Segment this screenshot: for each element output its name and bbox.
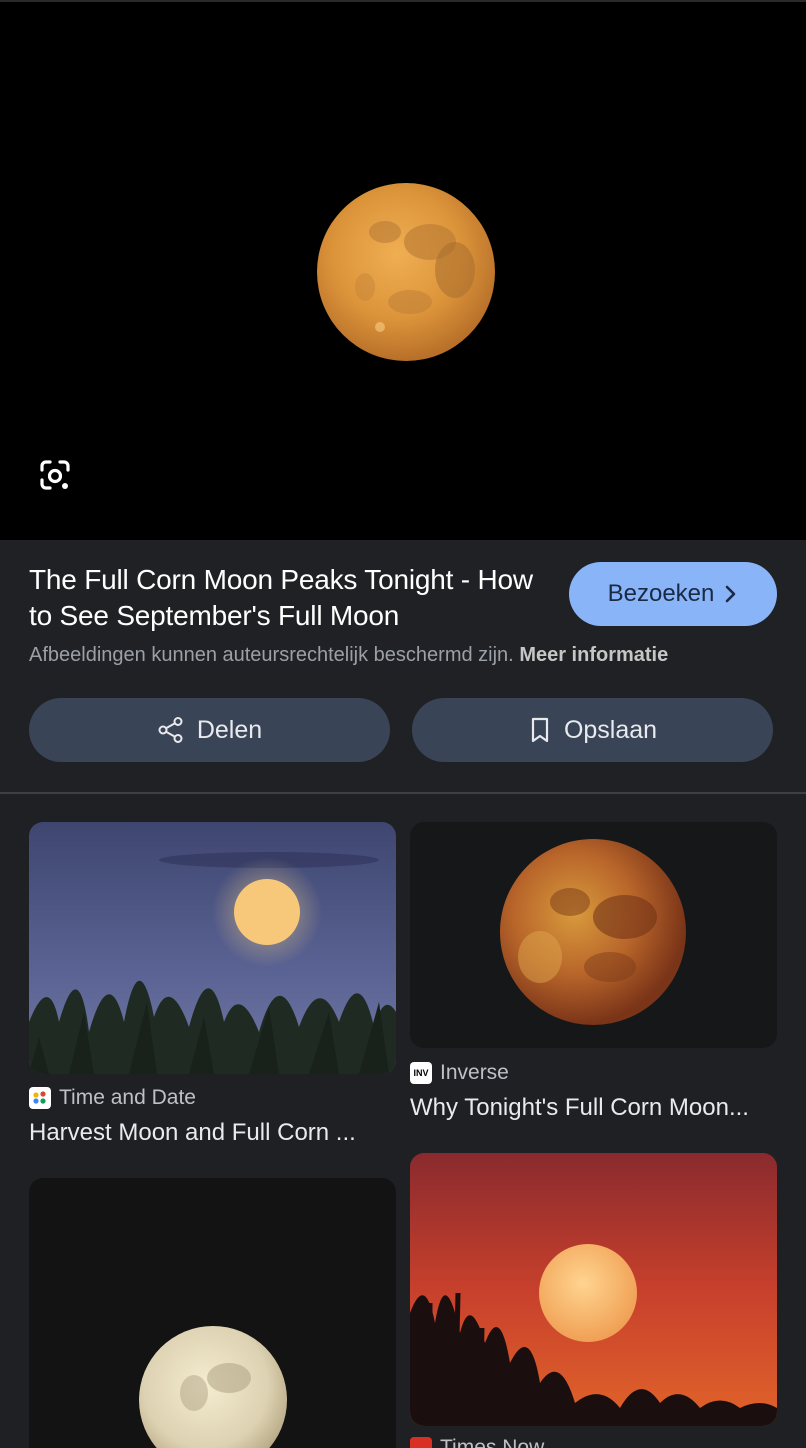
- copyright-text: Afbeeldingen kunnen auteursrechtelijk be…: [29, 644, 514, 666]
- save-button[interactable]: Opslaan: [412, 698, 773, 762]
- related-image-2[interactable]: [410, 822, 777, 1048]
- times-now-favicon-icon: [410, 1437, 432, 1448]
- share-button-label: Delen: [196, 715, 263, 744]
- visit-button[interactable]: Bezoeken: [569, 562, 777, 626]
- moon-photo: [317, 183, 495, 361]
- red-moon-image: [410, 822, 777, 1048]
- related-source-name-4: Times Now: [440, 1436, 545, 1448]
- image-info-panel: The Full Corn Moon Peaks Tonight - How t…: [0, 540, 806, 794]
- related-caption-2[interactable]: Why Tonight's Full Corn Moon...: [410, 1094, 770, 1122]
- related-image-3[interactable]: [29, 1178, 396, 1448]
- bookmark-icon: [531, 717, 549, 743]
- time-and-date-favicon-icon: [29, 1087, 51, 1109]
- related-source-4[interactable]: Times Now: [410, 1436, 544, 1448]
- moon-over-grass-image: [29, 822, 396, 1074]
- google-lens-icon: [40, 460, 70, 490]
- hero-image[interactable]: [0, 0, 806, 540]
- pale-moon-image: [29, 1178, 396, 1448]
- google-lens-button[interactable]: [38, 458, 86, 506]
- more-info-link[interactable]: Meer informatie: [519, 644, 668, 666]
- moon-sunset-trees-image: [410, 1153, 777, 1426]
- share-icon: [158, 717, 183, 743]
- related-source-name-2: Inverse: [440, 1061, 509, 1084]
- related-source-name-1: Time and Date: [59, 1086, 196, 1109]
- related-image-1[interactable]: [29, 822, 396, 1074]
- copyright-notice: Afbeeldingen kunnen auteursrechtelijk be…: [29, 642, 789, 668]
- image-viewer-page: The Full Corn Moon Peaks Tonight - How t…: [0, 0, 806, 1448]
- share-button[interactable]: Delen: [29, 698, 390, 762]
- related-source-1[interactable]: Time and Date: [29, 1086, 196, 1110]
- chevron-right-icon: [726, 585, 736, 603]
- visit-button-label: Bezoeken: [607, 580, 715, 607]
- section-divider: [0, 792, 806, 794]
- related-source-2[interactable]: INV Inverse: [410, 1061, 509, 1085]
- related-caption-1[interactable]: Harvest Moon and Full Corn ...: [29, 1119, 389, 1147]
- save-button-label: Opslaan: [563, 715, 658, 744]
- result-title[interactable]: The Full Corn Moon Peaks Tonight - How t…: [29, 562, 549, 634]
- inverse-favicon-icon: INV: [410, 1062, 432, 1084]
- related-image-4[interactable]: [410, 1153, 777, 1426]
